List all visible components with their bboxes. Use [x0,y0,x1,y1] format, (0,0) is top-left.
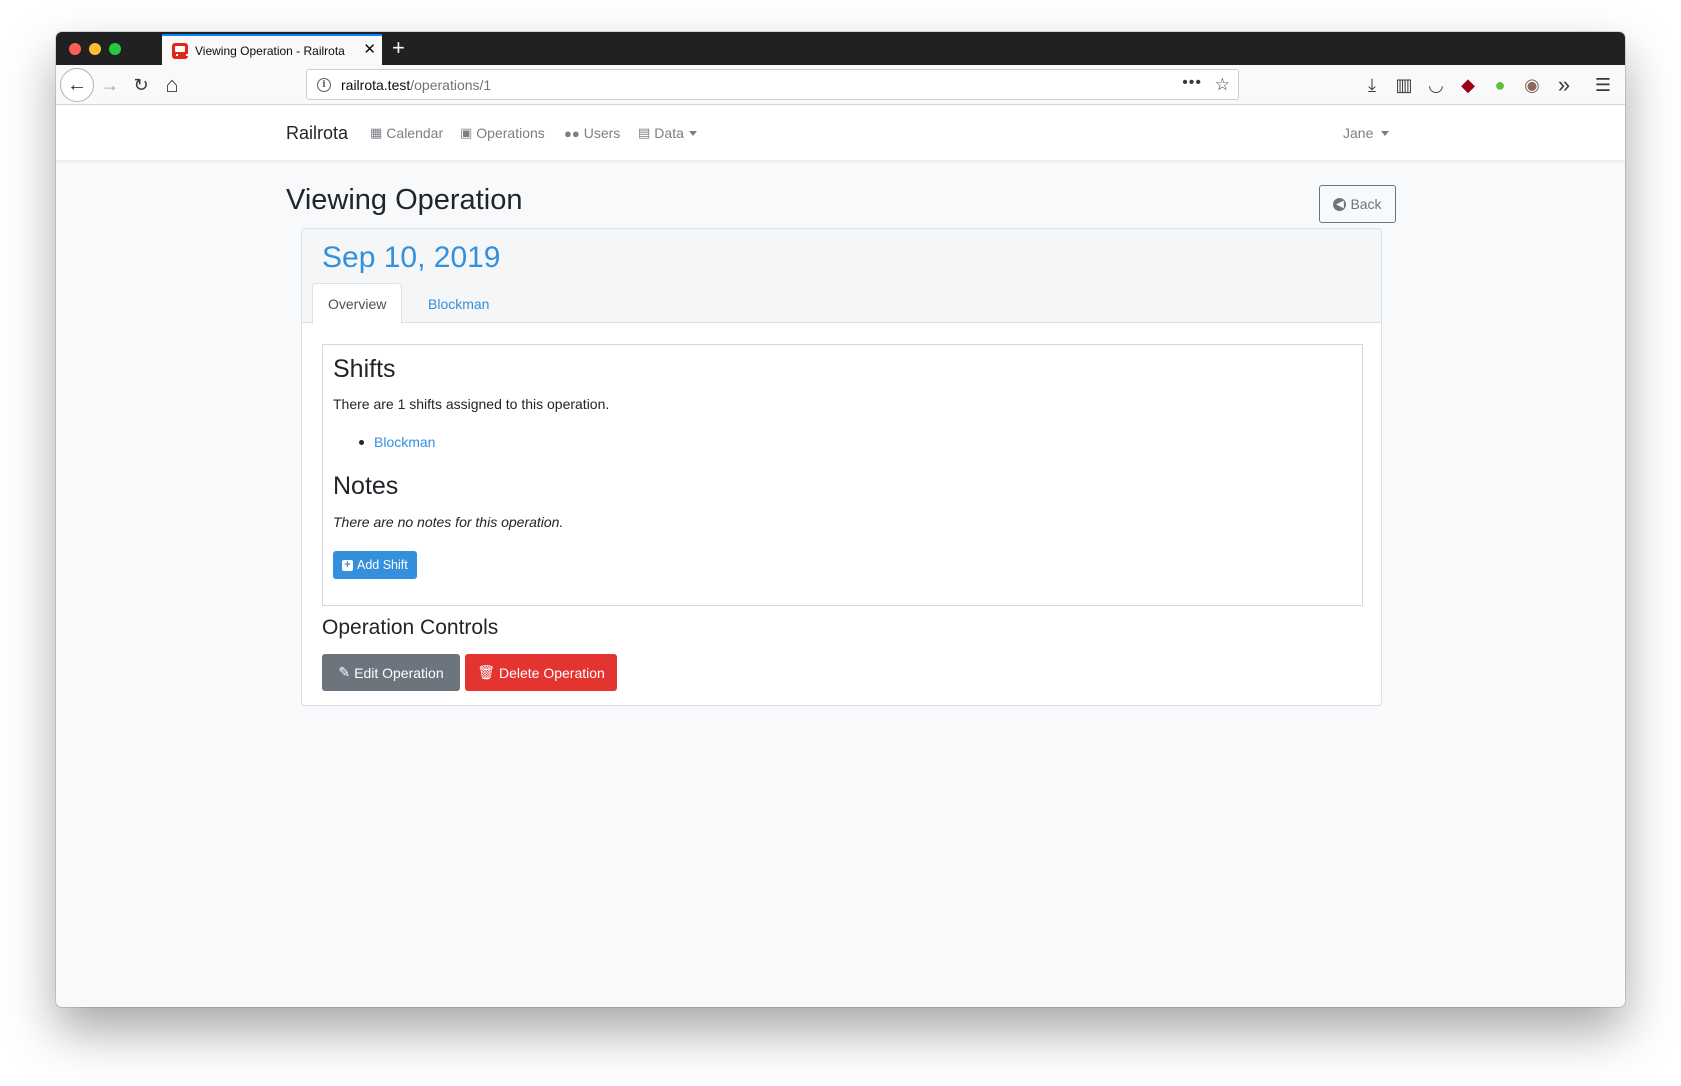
arrow-circle-left-icon: ◀ [1333,197,1347,211]
edit-operation-button[interactable]: ✎ Edit Operation [322,654,460,691]
ublock-icon[interactable]: ◆ [1455,72,1481,98]
delete-operation-label: Delete Operation [498,664,605,681]
shift-list: Blockman [359,434,435,450]
sidebar-icon[interactable]: ▥ [1391,72,1417,98]
profile-avatar-icon[interactable]: ◉ [1519,72,1545,98]
delete-operation-button[interactable]: 🗑 Delete Operation [465,654,617,691]
url-bar[interactable]: i railrota.test/operations/1 ••• ☆ [306,69,1239,100]
operation-card: Sep 10, 2019 Overview Blockman Shifts Th… [301,228,1382,706]
overview-panel: Shifts There are 1 shifts assigned to th… [322,344,1363,606]
app-navbar: Railrota ▦ Calendar ▣ Operations ●● User… [56,105,1625,161]
list-item: Blockman [359,434,435,450]
extension-icon[interactable]: ● [1487,72,1513,98]
brand-link[interactable]: Railrota [286,123,348,144]
site-info-icon[interactable]: i [317,77,331,92]
back-label: Back [1350,196,1382,212]
nav-users-label: Users [583,125,621,141]
close-window-button[interactable] [69,43,81,55]
url-host: railrota.test [341,76,411,93]
nav-calendar-label: Calendar [386,125,444,141]
notes-empty-text: There are no notes for this operation. [333,514,564,530]
train-icon: ▣ [460,125,473,140]
url-text[interactable]: railrota.test/operations/1 [341,77,491,93]
nav-data-dropdown[interactable]: ▤ Data [638,125,697,141]
trash-icon: 🗑 [477,664,495,680]
tab-close-icon[interactable]: ✕ [363,42,376,58]
bullet-icon [359,439,364,445]
hamburger-menu-icon[interactable]: ☰ [1590,72,1616,98]
download-icon[interactable]: ⤓ [1359,72,1385,98]
tab-blockman[interactable]: Blockman [413,283,504,324]
browser-tab[interactable]: Viewing Operation - Railrota ✕ [162,34,382,65]
nav-operations-label: Operations [476,125,545,141]
nav-calendar[interactable]: ▦ Calendar [370,125,443,141]
page-title: Viewing Operation [286,184,523,216]
new-tab-button[interactable]: + [392,36,405,60]
tab-overview[interactable]: Overview [312,283,403,324]
card-header: Sep 10, 2019 Overview Blockman [302,229,1381,324]
pocket-icon[interactable]: ◡ [1423,72,1449,98]
user-name: Jane [1343,125,1374,141]
add-shift-label: Add Shift [357,558,408,572]
overflow-menu-icon[interactable]: » [1551,72,1577,98]
operation-controls-heading: Operation Controls [322,616,499,639]
bookmark-star-icon[interactable]: ☆ [1215,75,1230,95]
edit-icon: ✎ [338,664,351,680]
forward-button[interactable]: → [97,72,123,98]
nav-operations[interactable]: ▣ Operations [460,125,545,141]
add-shift-button[interactable]: + Add Shift [333,551,417,579]
nav-data-label: Data [654,125,684,141]
url-path: /operations/1 [410,76,492,93]
operation-date: Sep 10, 2019 [322,241,501,274]
calendar-icon: ▦ [370,125,383,140]
edit-operation-label: Edit Operation [354,664,444,681]
chevron-down-icon [1381,130,1390,136]
tab-title: Viewing Operation - Railrota [195,43,345,58]
chevron-down-icon [688,130,697,136]
minimize-window-button[interactable] [89,43,101,55]
notes-heading: Notes [333,472,399,500]
home-button[interactable]: ⌂ [159,72,185,98]
back-button[interactable]: ← [60,68,94,102]
browser-window: Viewing Operation - Railrota ✕ + ← → ↻ ⌂… [56,32,1625,1007]
table-icon: ▤ [638,125,651,140]
back-arrow-icon: ← [67,73,87,96]
maximize-window-button[interactable] [109,43,121,55]
tab-strip: Viewing Operation - Railrota ✕ + [56,32,1625,65]
browser-toolbar: ← → ↻ ⌂ i railrota.test/operations/1 •••… [56,65,1625,105]
shifts-heading: Shifts [333,355,396,383]
shift-link-blockman[interactable]: Blockman [374,434,435,450]
user-dropdown[interactable]: Jane [1343,125,1390,141]
page-actions-icon[interactable]: ••• [1182,74,1202,92]
shifts-summary: There are 1 shifts assigned to this oper… [333,396,610,412]
reload-button[interactable]: ↻ [128,72,154,98]
users-icon: ●● [564,125,580,141]
plus-square-icon: + [342,559,353,571]
nav-users[interactable]: ●● Users [564,125,620,141]
railrota-favicon-icon [172,42,188,59]
back-link-button[interactable]: ◀ Back [1319,185,1396,223]
